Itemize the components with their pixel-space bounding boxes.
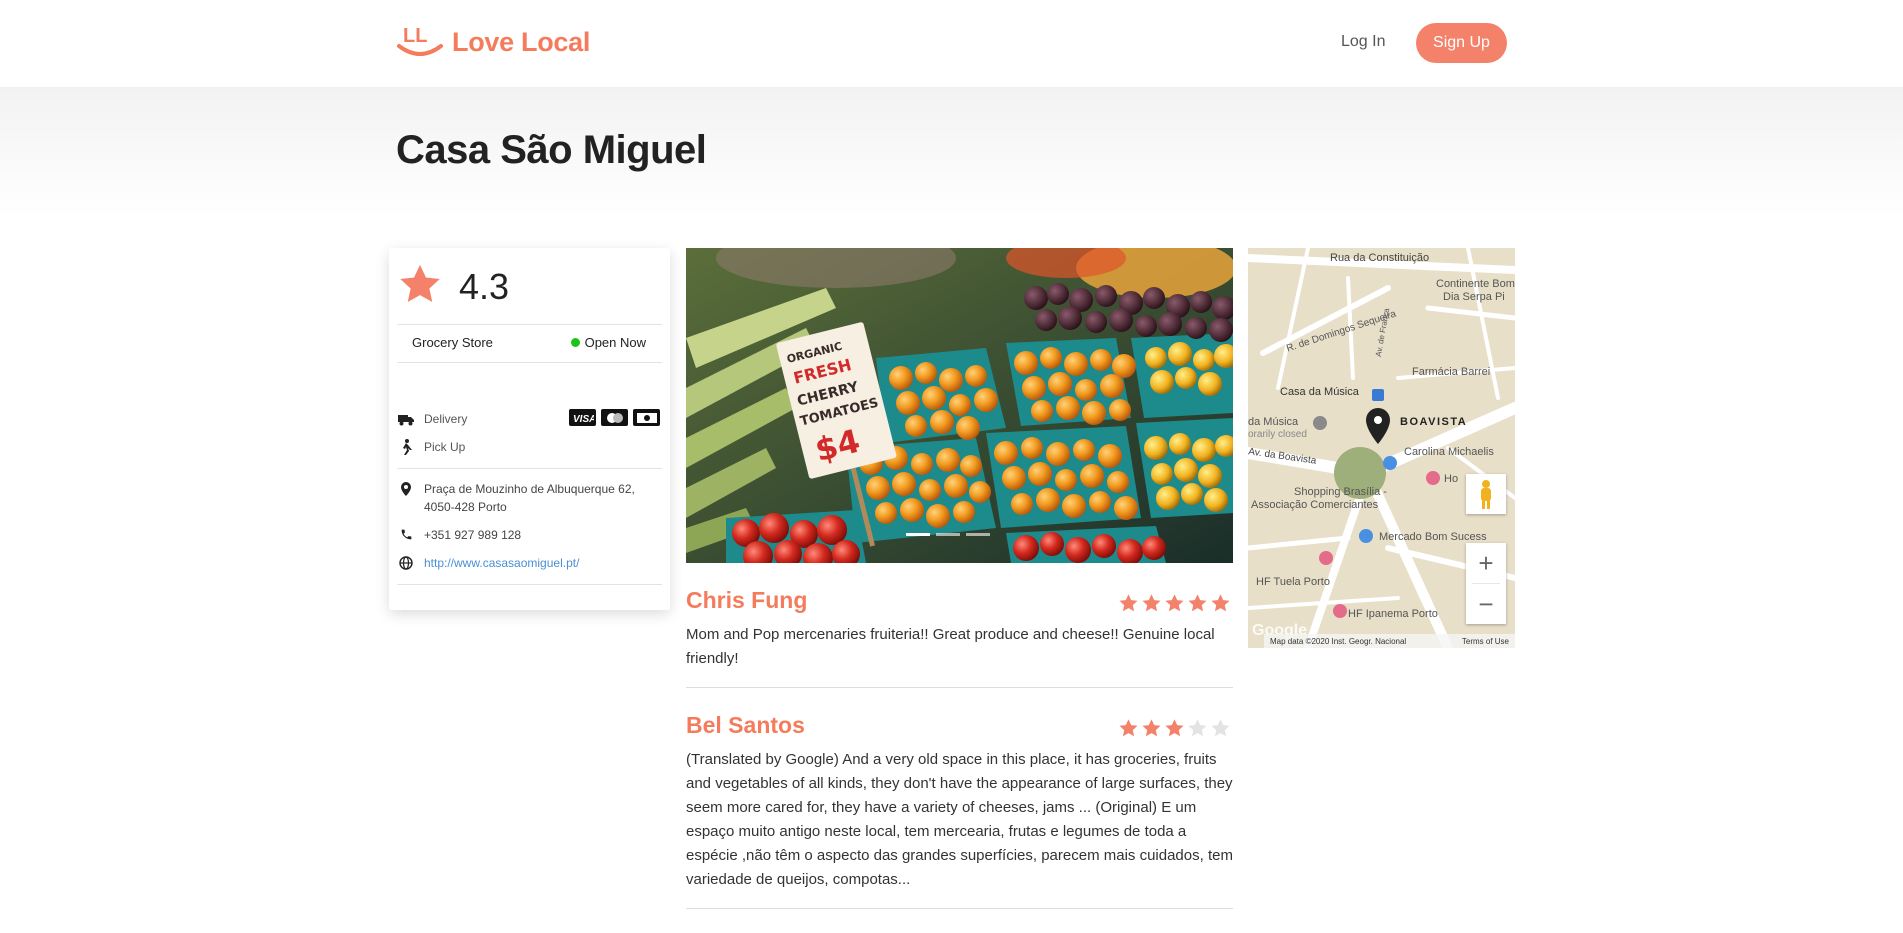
star-filled-icon [1142, 719, 1161, 737]
visa-card-icon: VISA [569, 409, 596, 426]
map-poi-label: Farmácia Barrei [1412, 366, 1491, 378]
phone-number[interactable]: +351 927 989 128 [424, 526, 521, 544]
map-terms-link[interactable]: Terms of Use [1462, 637, 1509, 646]
page-title: Casa São Miguel [396, 128, 707, 172]
star-filled-icon [1211, 594, 1230, 612]
carousel-dot[interactable] [936, 533, 960, 536]
map-poi-label: Continente Bom [1436, 278, 1515, 290]
map-poi-label: HF Ipanema Porto [1348, 608, 1438, 620]
store-category: Grocery Store [412, 335, 493, 350]
truck-icon [398, 411, 414, 427]
map-poi-label: orarily closed [1248, 429, 1307, 440]
address-row: Praça de Mouzinho de Albuquerque 62, 405… [398, 480, 648, 516]
login-link[interactable]: Log In [1341, 33, 1385, 51]
produce-photo: ORGANIC FRESH CHERRY TOMATOES $4 [686, 248, 1233, 563]
svg-text:LL: LL [403, 25, 427, 47]
review-author: Chris Fung [686, 587, 808, 613]
location-pin-icon [398, 480, 414, 516]
location-map[interactable]: Rua da Constituição Continente Bom Dia S… [1248, 248, 1515, 648]
review-text: Mom and Pop mercenaries fruiteria!! Grea… [686, 626, 1215, 667]
signup-button[interactable]: Sign Up [1416, 23, 1507, 63]
map-poi-label: Casa da Música [1280, 386, 1359, 398]
map-street-label: Rua da Constituição [1330, 252, 1430, 264]
mastercard-icon [601, 409, 628, 426]
open-status: Open Now [570, 335, 646, 350]
review-author: Bel Santos [686, 712, 805, 738]
divider [397, 324, 662, 325]
review-text: (Translated by Google) And a very old sp… [686, 751, 1233, 888]
map-attribution: Map data ©2020 Inst. Geogr. Nacional [1270, 636, 1407, 646]
store-photo-carousel[interactable]: ORGANIC FRESH CHERRY TOMATOES $4 [686, 248, 1233, 563]
star-icon [397, 262, 443, 313]
logo-text: Love Local [452, 26, 591, 57]
payment-methods: VISA [569, 409, 660, 426]
divider [397, 584, 662, 585]
review-stars [1118, 593, 1231, 614]
map-poi-label: HF Tuela Porto [1256, 576, 1330, 588]
open-status-label: Open Now [584, 335, 646, 350]
star-empty-icon [1188, 719, 1207, 737]
review-card: Bel Santos (Translated by Google) And a … [686, 712, 1233, 912]
service-delivery: Delivery [398, 411, 467, 427]
website-row: http://www.casasaomiguel.pt/ [398, 554, 579, 572]
map-poi-label: da Música [1248, 416, 1299, 428]
divider [397, 362, 662, 363]
map-poi-label: Associação Comerciantes [1251, 499, 1379, 511]
website-link[interactable]: http://www.casasaomiguel.pt/ [424, 554, 579, 572]
street-view-pegman[interactable] [1466, 474, 1506, 514]
svg-text:VISA: VISA [573, 414, 594, 423]
site-header: LL Love Local Log In Sign Up [0, 0, 1903, 87]
map-attribution-bar: Map data ©2020 Inst. Geogr. Nacional Ter… [1264, 634, 1515, 648]
star-filled-icon [1119, 719, 1138, 737]
map-poi-label: Carolina Michaelis [1404, 446, 1494, 458]
map-poi-label: Dia Serpa Pi [1443, 291, 1505, 303]
status-dot-icon [570, 338, 580, 347]
review-stars [1118, 718, 1231, 739]
zoom-in-button[interactable]: + [1466, 543, 1506, 583]
star-filled-icon [1188, 594, 1207, 612]
rating-summary: 4.3 [397, 264, 509, 310]
map-poi-label: Shopping Brasília - [1294, 486, 1387, 498]
rating-value: 4.3 [459, 266, 510, 307]
service-pickup: Pick Up [398, 439, 465, 455]
review-card: Chris Fung Mom and Pop mercenaries fruit… [686, 587, 1233, 688]
carousel-indicators [906, 533, 990, 536]
store-info-card: 4.3 Grocery Store Open Now Delivery Pick… [389, 248, 670, 610]
phone-row: +351 927 989 128 [398, 526, 521, 544]
service-label: Delivery [424, 412, 468, 426]
logo[interactable]: LL Love Local [396, 22, 590, 62]
star-filled-icon [1165, 594, 1184, 612]
map-poi-label: Ho [1444, 473, 1459, 485]
logo-mark: LL [396, 22, 444, 62]
phone-icon [398, 526, 414, 544]
divider [686, 908, 1233, 909]
star-empty-icon [1211, 719, 1230, 737]
zoom-out-button[interactable]: − [1466, 584, 1506, 624]
star-filled-icon [1142, 594, 1161, 612]
map-poi-label: Mercado Bom Sucess [1379, 531, 1487, 543]
map-district-label: BOAVISTA [1400, 416, 1468, 428]
divider [397, 468, 662, 469]
carousel-dot[interactable] [966, 533, 990, 536]
service-label: Pick Up [424, 440, 466, 454]
carousel-dot[interactable] [906, 533, 930, 536]
walking-icon [398, 439, 414, 455]
zoom-controls: + − [1466, 543, 1506, 624]
globe-icon [398, 554, 414, 572]
divider [686, 687, 1233, 688]
cash-icon [633, 409, 660, 426]
star-filled-icon [1119, 594, 1138, 612]
address-text: Praça de Mouzinho de Albuquerque 62, 405… [424, 482, 635, 514]
hero-background [0, 87, 1903, 217]
star-filled-icon [1165, 719, 1184, 737]
